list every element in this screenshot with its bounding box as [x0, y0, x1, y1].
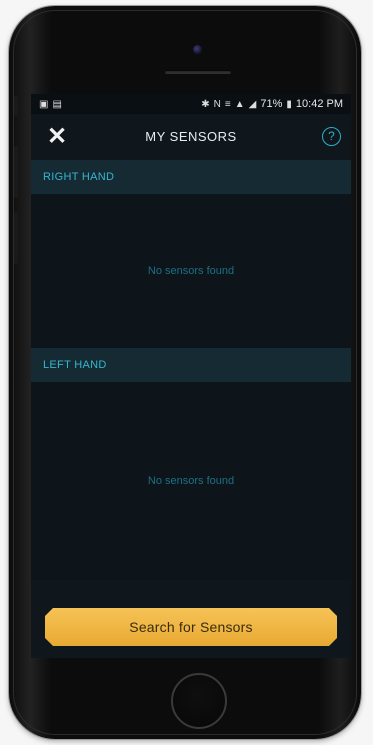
left-hand-sensor-list: No sensors found — [31, 382, 351, 580]
image-notification-icon: ▣ — [39, 98, 49, 110]
search-for-sensors-button[interactable]: Search for Sensors — [45, 608, 337, 646]
empty-state-text: No sensors found — [147, 475, 235, 487]
empty-state-text: No sensors found — [147, 265, 235, 277]
mute-switch — [14, 96, 18, 116]
earpiece-speaker — [165, 70, 231, 74]
section-header-left-hand: LEFT HAND — [31, 348, 351, 382]
page-title: MY SENSORS — [145, 129, 237, 144]
signal-icon: ◢ — [248, 98, 257, 110]
battery-percent: 71% — [260, 98, 283, 110]
document-notification-icon: ▤ — [52, 98, 62, 110]
app-screen: ▣ ▤ ✱ N ≡ ▲ ◢ 71% ▮ 10:42 PM ✕ MY SENSOR… — [31, 94, 351, 658]
bluetooth-icon: ✱ — [201, 98, 210, 110]
section-header-right-hand: RIGHT HAND — [31, 160, 351, 194]
wifi-icon: ▲ — [234, 98, 245, 110]
battery-icon: ▮ — [286, 98, 292, 110]
status-bar-left: ▣ ▤ — [39, 99, 62, 110]
status-bar-right: ✱ N ≡ ▲ ◢ 71% ▮ 10:42 PM — [201, 98, 343, 110]
home-button[interactable] — [171, 673, 227, 729]
status-time: 10:42 PM — [295, 98, 343, 110]
status-bar: ▣ ▤ ✱ N ≡ ▲ ◢ 71% ▮ 10:42 PM — [31, 94, 351, 114]
front-camera — [193, 45, 202, 54]
nfc-icon: N — [213, 98, 221, 110]
volume-down-button — [14, 212, 18, 264]
volume-up-button — [14, 146, 18, 198]
vibrate-icon: ≡ — [224, 98, 231, 110]
top-navbar: ✕ MY SENSORS ? — [31, 114, 351, 160]
right-hand-sensor-list: No sensors found — [31, 194, 351, 348]
help-icon[interactable]: ? — [322, 127, 341, 146]
